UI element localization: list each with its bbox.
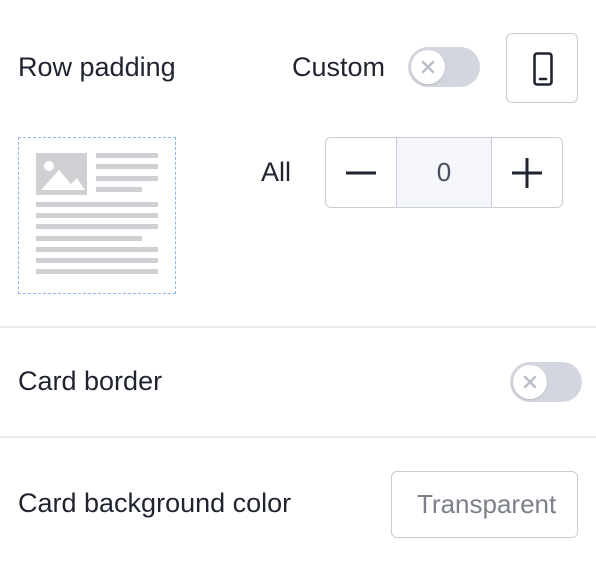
section-divider bbox=[0, 326, 596, 328]
card-background-label: Card background color bbox=[18, 488, 292, 518]
close-icon bbox=[523, 375, 537, 389]
close-icon bbox=[421, 60, 435, 74]
decrement-button[interactable] bbox=[326, 138, 396, 207]
row-padding-label: Row padding bbox=[18, 52, 176, 82]
toggle-knob bbox=[513, 365, 547, 399]
card-border-toggle[interactable] bbox=[510, 362, 582, 402]
padding-value-input[interactable]: 0 bbox=[395, 138, 493, 207]
custom-label: Custom bbox=[292, 52, 386, 82]
custom-padding-toggle[interactable] bbox=[408, 47, 480, 87]
mobile-phone-icon bbox=[533, 52, 553, 86]
all-label: All bbox=[261, 157, 292, 187]
increment-button[interactable] bbox=[492, 138, 562, 207]
minus-icon bbox=[345, 171, 376, 174]
toggle-knob bbox=[411, 50, 445, 84]
row-settings-panel: Row padding Custom All 0 Card border Car… bbox=[0, 0, 596, 586]
section-divider bbox=[0, 436, 596, 438]
padding-stepper: 0 bbox=[325, 137, 563, 208]
card-border-label: Card border bbox=[18, 366, 163, 396]
card-background-color-input[interactable]: Transparent bbox=[391, 471, 578, 538]
layout-preview-icon bbox=[36, 153, 158, 274]
mobile-view-button[interactable] bbox=[506, 33, 578, 103]
layout-preview bbox=[18, 137, 176, 294]
plus-icon bbox=[512, 157, 543, 188]
